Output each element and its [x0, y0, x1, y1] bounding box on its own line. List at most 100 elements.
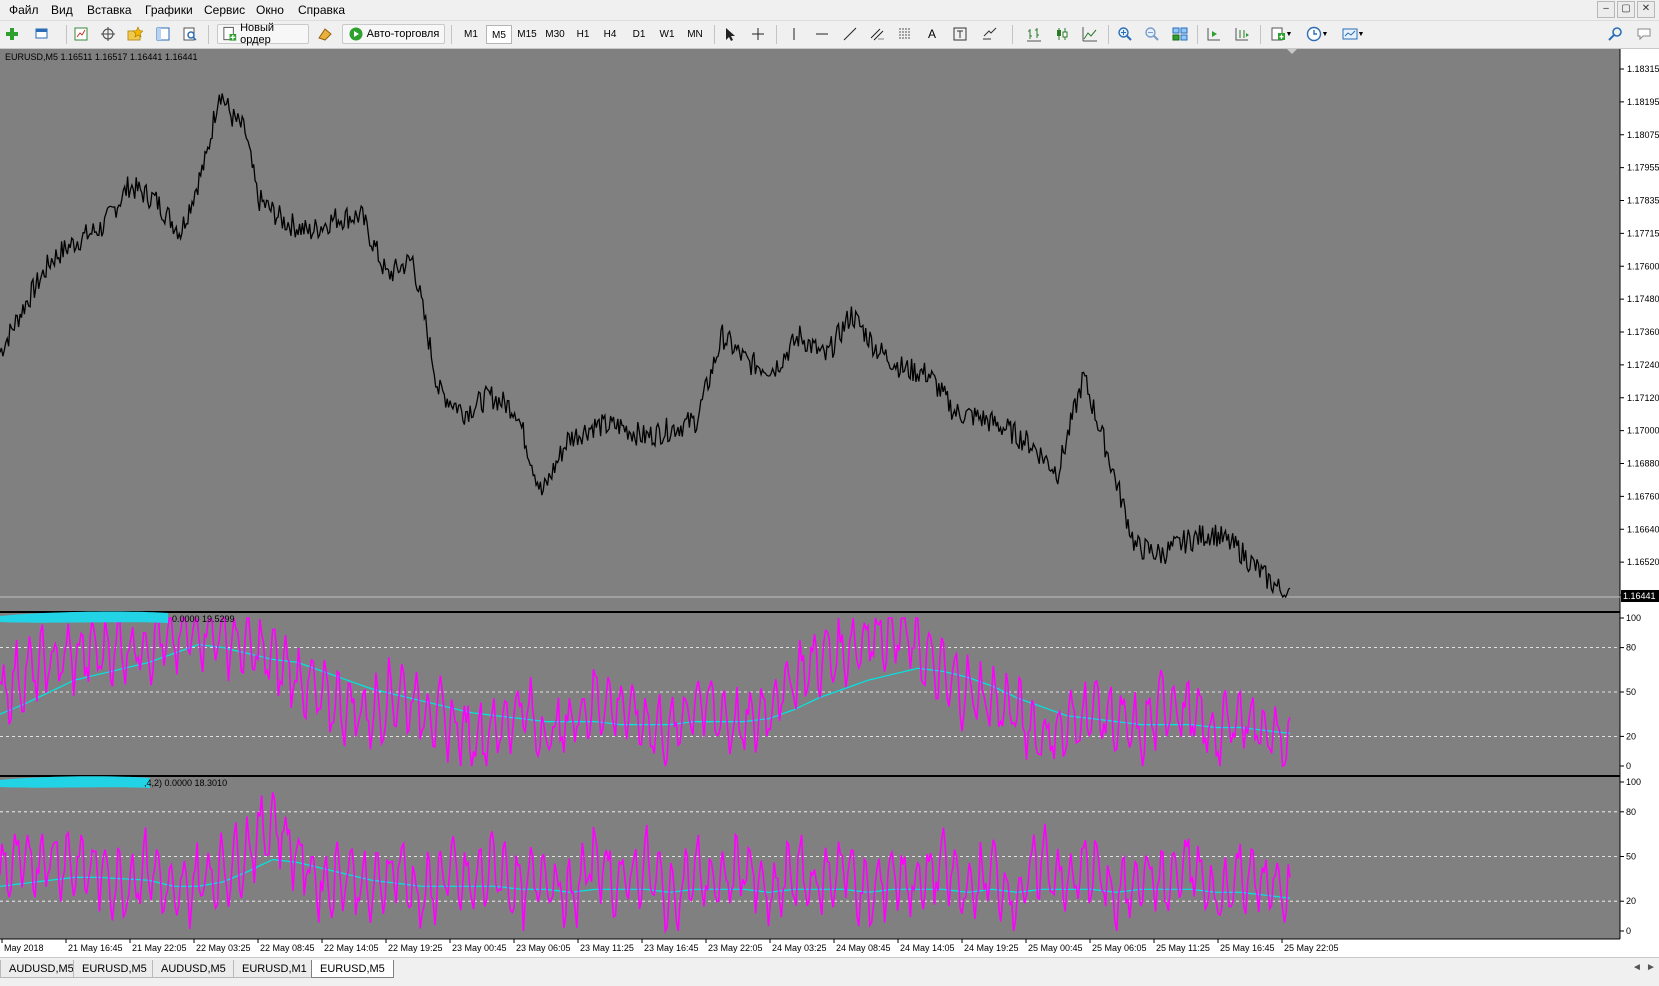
time-tick-label: 23 May 06:05	[516, 943, 571, 953]
indicators-button[interactable]: ▼	[1266, 24, 1296, 44]
toolbar-separator	[1012, 25, 1013, 44]
chevron-down-icon: ▼	[1321, 30, 1329, 38]
auto-scroll-icon	[1207, 28, 1220, 41]
tab-scroll-right-icon[interactable]: ►	[1646, 962, 1656, 973]
arrows-button[interactable]	[976, 24, 1004, 44]
menu-help[interactable]: Справка	[298, 3, 345, 17]
menu-file[interactable]: Файл	[9, 3, 39, 17]
osc-tick-label: 80	[1626, 807, 1636, 817]
menu-tools[interactable]: Сервис	[204, 3, 245, 17]
osc-tick-label: 100	[1626, 777, 1641, 787]
close-button[interactable]: ✕	[1637, 1, 1655, 18]
zoom-in-icon	[1118, 27, 1132, 41]
auto-scroll-button[interactable]	[1203, 24, 1225, 44]
chart-tab-active[interactable]: EURUSD,M5	[311, 960, 394, 978]
menu-bar: Файл Вид Вставка Графики Сервис Окно Спр…	[0, 0, 1659, 21]
timeframe-m30[interactable]: M30	[542, 25, 568, 44]
time-tick-label: 22 May 08:45	[260, 943, 315, 953]
time-tick-label: 23 May 16:45	[644, 943, 699, 953]
chart-tab[interactable]: AUDUSD,M5	[152, 960, 235, 978]
symbol-header: EURUSD,M5 1.16511 1.16517 1.16441 1.1644…	[5, 52, 197, 62]
toolbar: Новый ордер Авто-торговля M1 M5 M15 M30 …	[0, 21, 1659, 49]
restore-button[interactable]: ▢	[1617, 1, 1635, 18]
price-pane	[0, 49, 1620, 611]
timeframe-h4[interactable]: H4	[597, 25, 623, 44]
menu-view[interactable]: Вид	[51, 3, 73, 17]
chart-tab[interactable]: EURUSD,M1	[233, 960, 316, 978]
zoom-in-button[interactable]	[1114, 24, 1136, 44]
horizontal-line-button[interactable]	[812, 24, 832, 44]
bar-chart-button[interactable]	[1024, 24, 1044, 44]
metaeditor-button[interactable]	[314, 24, 336, 44]
time-tick-label: 24 May 03:25	[772, 943, 827, 953]
tab-scroll-left-icon[interactable]: ◄	[1632, 962, 1642, 973]
chart-tab[interactable]: EURUSD,M5	[73, 960, 156, 978]
candles-button[interactable]	[1052, 24, 1072, 44]
vertical-line-button[interactable]	[784, 24, 804, 44]
zoom-out-button[interactable]	[1141, 24, 1163, 44]
chart-shift-button[interactable]	[1231, 24, 1253, 44]
text-a-icon: A	[927, 27, 936, 41]
status-bar	[0, 979, 1659, 986]
timeframe-h1[interactable]: H1	[570, 25, 596, 44]
toolbar-separator	[208, 25, 209, 44]
current-price-value: 1.16441	[1623, 591, 1656, 601]
favorites-button[interactable]	[124, 24, 146, 44]
search-button[interactable]	[1604, 24, 1626, 44]
price-tick-label: 1.17120	[1627, 393, 1659, 403]
new-chart-button[interactable]	[0, 24, 24, 44]
price-tick-label: 1.17360	[1627, 327, 1659, 337]
chat-button[interactable]	[1632, 24, 1656, 44]
tester-button[interactable]	[179, 24, 201, 44]
cursor-button[interactable]	[720, 24, 740, 44]
market-watch-button[interactable]	[70, 24, 92, 44]
timeframe-m1[interactable]: M1	[458, 25, 484, 44]
price-tick-label: 1.17480	[1627, 294, 1659, 304]
crosshair-tool-icon	[752, 28, 764, 40]
menu-window[interactable]: Окно	[256, 3, 284, 17]
indicators-icon	[1271, 27, 1285, 41]
price-tick-label: 1.16520	[1627, 557, 1659, 567]
price-tick-label: 1.17835	[1627, 196, 1659, 206]
search-icon	[1608, 27, 1622, 41]
cursor-icon	[726, 28, 735, 41]
tile-windows-button[interactable]	[1169, 24, 1191, 44]
chat-icon	[1637, 28, 1651, 41]
time-tick-label: 24 May 14:05	[900, 943, 955, 953]
terminal-button[interactable]	[152, 24, 174, 44]
toolbar-separator	[1197, 25, 1198, 44]
time-tick-label: 25 May 16:45	[1220, 943, 1275, 953]
price-tick-label: 1.17715	[1627, 228, 1659, 238]
toolbar-separator	[776, 25, 777, 44]
text-label-button[interactable]	[950, 24, 970, 44]
fibo-button[interactable]	[894, 24, 916, 44]
navigator-button[interactable]	[97, 24, 119, 44]
chart-canvas[interactable]: 1.18315 1.18195 1.18075 1.17955 1.17835 1.177…	[0, 49, 1659, 957]
price-tick-label: 1.17600	[1627, 261, 1659, 271]
timeframe-mn[interactable]: MN	[682, 25, 708, 44]
periods-button[interactable]: ▼	[1302, 24, 1332, 44]
toolbar-separator	[451, 25, 452, 44]
timeframe-m15[interactable]: M15	[514, 25, 540, 44]
channel-button[interactable]	[866, 24, 888, 44]
time-tick-label: 22 May 03:25	[196, 943, 251, 953]
text-tool-button[interactable]: A	[922, 24, 942, 44]
trendline-button[interactable]	[840, 24, 860, 44]
crosshair-tool-button[interactable]	[748, 24, 768, 44]
chart-tab[interactable]: AUDUSD,M5	[0, 960, 83, 978]
timeframe-d1[interactable]: D1	[626, 25, 652, 44]
menu-insert[interactable]: Вставка	[87, 3, 132, 17]
line-chart-button[interactable]	[1080, 24, 1100, 44]
minimize-button[interactable]: –	[1597, 1, 1615, 18]
menu-charts[interactable]: Графики	[145, 3, 193, 17]
chart-window[interactable]: 1.18315 1.18195 1.18075 1.17955 1.17835 1.177…	[0, 49, 1659, 957]
timeframe-w1[interactable]: W1	[654, 25, 680, 44]
time-tick-label: 25 May 22:05	[1284, 943, 1339, 953]
profiles-button[interactable]	[28, 24, 56, 44]
timeframe-m5[interactable]: M5	[486, 25, 512, 44]
templates-button[interactable]: ▼	[1338, 24, 1368, 44]
metaeditor-icon	[318, 28, 332, 41]
autotrade-button[interactable]: Авто-торговля	[342, 24, 445, 44]
new-order-button[interactable]: Новый ордер	[217, 22, 309, 46]
osc-tick-label: 50	[1626, 687, 1636, 697]
